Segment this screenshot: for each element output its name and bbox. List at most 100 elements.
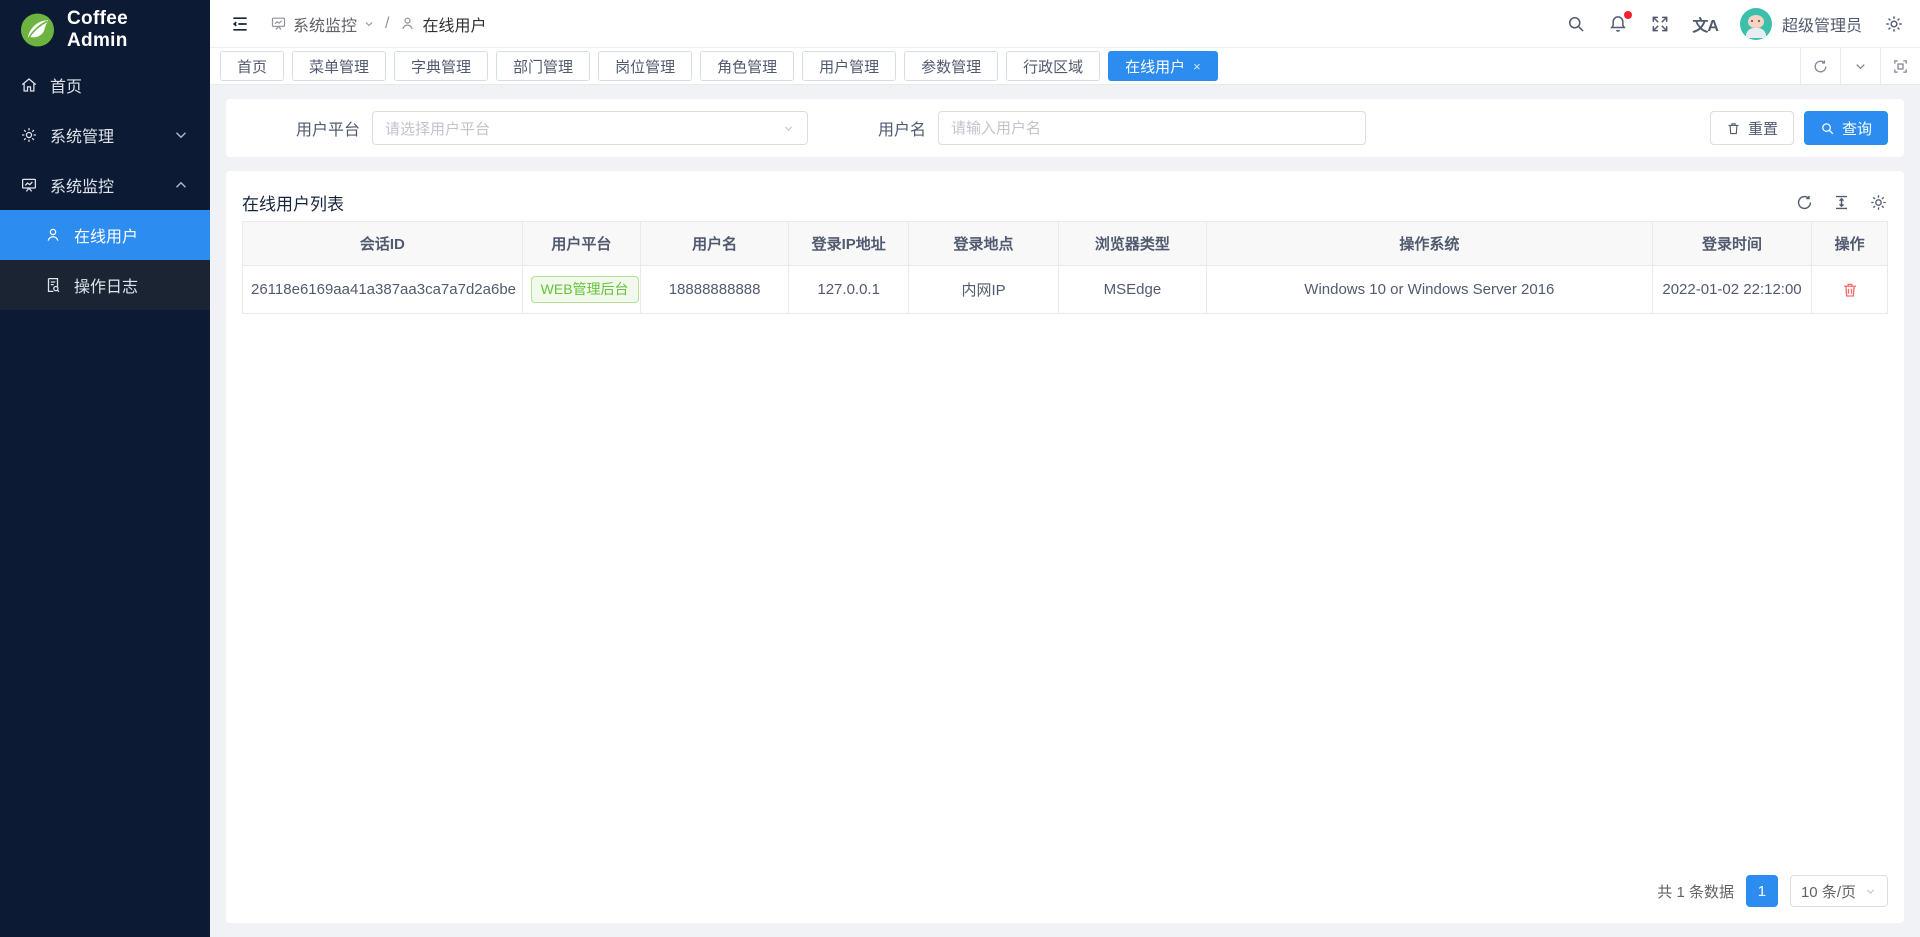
platform-select[interactable]: 请选择用户平台: [372, 111, 808, 145]
top-header: 系统监控 / 在线用户 文: [210, 0, 1920, 48]
column-header-platform: 用户平台: [522, 222, 640, 266]
tab-label: 字典管理: [411, 56, 471, 77]
table-row: 26118e6169aa41a387aa3ca7a7d2a6be WEB管理后台…: [243, 266, 1888, 314]
settings-gear-icon[interactable]: [1884, 14, 1904, 34]
cell-login-time: 2022-01-02 22:12:00: [1652, 266, 1812, 314]
header-actions: 文A 超级管理员: [1566, 8, 1904, 40]
cell-ip: 127.0.0.1: [789, 266, 909, 314]
home-icon: [20, 76, 38, 94]
sidebar-item-home[interactable]: 首页: [0, 60, 210, 110]
breadcrumb-system-monitor[interactable]: 系统监控: [270, 12, 375, 36]
app-logo[interactable]: Coffee Admin: [0, 0, 210, 60]
close-icon[interactable]: ×: [1193, 60, 1201, 73]
tab-label: 首页: [237, 56, 267, 77]
sidebar-item-op-logs[interactable]: 操作日志: [0, 260, 210, 310]
notifications-button[interactable]: [1608, 14, 1628, 34]
table-empty-space: [242, 314, 1888, 873]
tab-label: 行政区域: [1023, 56, 1083, 77]
sidebar-item-label: 操作日志: [74, 273, 190, 297]
tab-param-mgmt[interactable]: 参数管理: [904, 51, 998, 81]
sidebar-menu: 首页 系统管理 系统监控: [0, 60, 210, 937]
username-input[interactable]: [938, 111, 1366, 145]
sidebar-submenu-monitor: 在线用户 操作日志: [0, 210, 210, 310]
chevron-down-icon: [782, 122, 795, 135]
search-button[interactable]: 查询: [1804, 111, 1888, 145]
sidebar-item-online-users[interactable]: 在线用户: [0, 210, 210, 260]
column-header-username: 用户名: [641, 222, 789, 266]
page-size-select[interactable]: 10 条/页: [1790, 875, 1888, 907]
column-header-location: 登录地点: [909, 222, 1059, 266]
search-icon: [1820, 121, 1835, 136]
chevron-down-icon: [1853, 59, 1868, 74]
sidebar: Coffee Admin 首页 系统管理 系统监控: [0, 0, 210, 937]
monitor-icon: [20, 176, 38, 194]
column-header-ip: 登录IP地址: [789, 222, 909, 266]
sidebar-item-label: 系统管理: [50, 123, 160, 147]
leaf-logo-icon: [20, 12, 55, 48]
sidebar-collapse-button[interactable]: [226, 10, 254, 38]
tab-label: 在线用户: [1125, 56, 1185, 77]
tab-user-mgmt[interactable]: 用户管理: [802, 51, 896, 81]
column-header-browser: 浏览器类型: [1058, 222, 1206, 266]
refresh-icon[interactable]: [1795, 193, 1814, 212]
tab-dept-mgmt[interactable]: 部门管理: [496, 51, 590, 81]
tab-post-mgmt[interactable]: 岗位管理: [598, 51, 692, 81]
tab-label: 部门管理: [513, 56, 573, 77]
column-header-session-id: 会话ID: [243, 222, 523, 266]
sidebar-item-label: 在线用户: [74, 223, 190, 247]
user-menu[interactable]: 超级管理员: [1740, 8, 1862, 40]
gear-icon: [20, 126, 38, 144]
user-icon: [44, 226, 62, 244]
tab-options-button[interactable]: [1840, 48, 1880, 85]
table-toolbar: [1795, 193, 1888, 212]
column-settings-gear-icon[interactable]: [1869, 193, 1888, 212]
chevron-down-icon: [172, 126, 190, 144]
tab-dict-mgmt[interactable]: 字典管理: [394, 51, 488, 81]
platform-select-placeholder: 请选择用户平台: [385, 118, 782, 139]
sidebar-item-system-mgmt[interactable]: 系统管理: [0, 110, 210, 160]
monitor-icon: [270, 15, 287, 32]
translate-icon[interactable]: 文A: [1692, 12, 1718, 36]
tab-online-users[interactable]: 在线用户 ×: [1108, 51, 1218, 81]
refresh-tab-button[interactable]: [1800, 48, 1840, 85]
sidebar-item-label: 首页: [50, 73, 190, 97]
open-tabs: 首页 菜单管理 字典管理 部门管理 岗位管理 角色管理 用户管理 参数管理 行政…: [220, 51, 1800, 81]
filter-panel: 用户平台 请选择用户平台 用户名 重置 查询: [226, 99, 1904, 157]
delete-user-trash-icon[interactable]: [1841, 281, 1859, 299]
tab-bar: 首页 菜单管理 字典管理 部门管理 岗位管理 角色管理 用户管理 参数管理 行政…: [210, 48, 1920, 85]
pagination-page-1[interactable]: 1: [1746, 875, 1778, 907]
fullscreen-icon[interactable]: [1650, 14, 1670, 34]
tab-label: 角色管理: [717, 56, 777, 77]
tab-home[interactable]: 首页: [220, 51, 284, 81]
search-icon[interactable]: [1566, 14, 1586, 34]
filter-actions: 重置 查询: [1710, 111, 1888, 145]
reset-button[interactable]: 重置: [1710, 111, 1794, 145]
breadcrumb: 系统监控 / 在线用户: [270, 12, 486, 36]
tab-region[interactable]: 行政区域: [1006, 51, 1100, 81]
cell-session-id: 26118e6169aa41a387aa3ca7a7d2a6be: [243, 266, 523, 314]
panel-title: 在线用户列表: [242, 190, 344, 215]
avatar: [1740, 8, 1772, 40]
breadcrumb-separator: /: [385, 15, 389, 33]
pagination: 共 1 条数据 1 10 条/页: [242, 873, 1888, 909]
log-icon: [44, 276, 62, 294]
user-name: 超级管理员: [1782, 12, 1862, 36]
chevron-down-icon: [1864, 885, 1877, 898]
tab-label: 岗位管理: [615, 56, 675, 77]
main-area: 系统监控 / 在线用户 文: [210, 0, 1920, 937]
user-icon: [399, 15, 416, 32]
maximize-content-button[interactable]: [1880, 48, 1920, 85]
panel-header: 在线用户列表: [242, 183, 1888, 221]
density-icon[interactable]: [1832, 193, 1851, 212]
breadcrumb-online-users: 在线用户: [399, 12, 486, 36]
column-header-os: 操作系统: [1206, 222, 1652, 266]
online-users-table: 会话ID 用户平台 用户名 登录IP地址 登录地点 浏览器类型 操作系统 登录时…: [242, 221, 1888, 314]
sidebar-item-label: 系统监控: [50, 173, 160, 197]
chevron-up-icon: [172, 176, 190, 194]
tab-role-mgmt[interactable]: 角色管理: [700, 51, 794, 81]
cell-browser: MSEdge: [1058, 266, 1206, 314]
tab-label: 参数管理: [921, 56, 981, 77]
tab-menu-mgmt[interactable]: 菜单管理: [292, 51, 386, 81]
sidebar-item-system-monitor[interactable]: 系统监控: [0, 160, 210, 210]
search-button-label: 查询: [1842, 118, 1872, 139]
